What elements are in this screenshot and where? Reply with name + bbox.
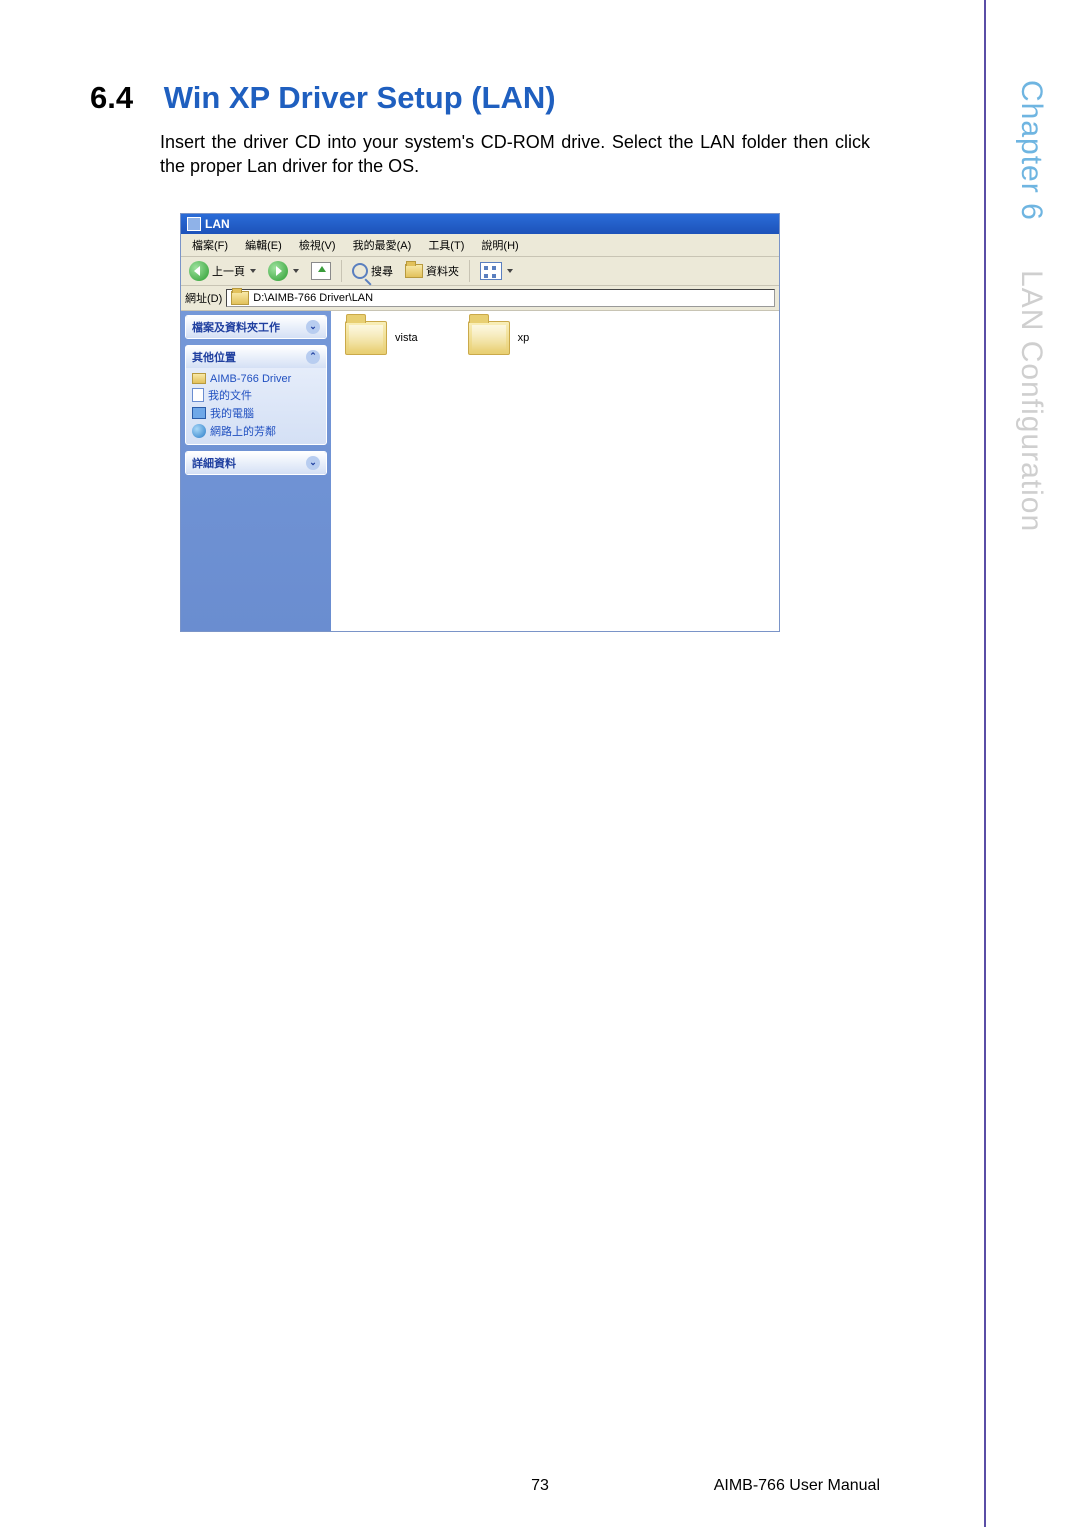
details-header-label: 詳細資料 [192,455,236,471]
collapse-icon[interactable]: ⌃ [306,350,320,364]
sidebar-item-my-computer[interactable]: 我的電腦 [192,404,320,422]
folders-button[interactable]: 資料夾 [401,262,463,280]
search-icon [352,263,368,279]
tasks-header-label: 檔案及資料夾工作 [192,319,280,335]
details-panel: 詳細資料 ⌄ [185,451,327,475]
sidebar-item-network[interactable]: 網路上的芳鄰 [192,422,320,440]
explorer-body: 檔案及資料夾工作 ⌄ 其他位置 ⌃ AIMB-766 Driver [181,311,779,631]
sidebar-item-documents[interactable]: 我的文件 [192,386,320,404]
forward-icon [268,261,288,281]
address-path: D:\AIMB-766 Driver\LAN [253,292,373,304]
chevron-down-icon [250,269,256,273]
other-places-body: AIMB-766 Driver 我的文件 我的電腦 網路上的芳鄰 [186,368,326,444]
folder-up-icon [311,262,331,280]
expand-icon[interactable]: ⌄ [306,320,320,334]
other-places-header[interactable]: 其他位置 ⌃ [186,346,326,368]
folder-icon [405,264,423,278]
chapter-rail: Chapter 6 LAN Configuration [984,0,1080,1527]
documents-icon [192,388,204,402]
rail-chapter: Chapter 6 [1014,80,1048,221]
document-page: 6.4 Win XP Driver Setup (LAN) Insert the… [0,0,1080,1527]
folders-label: 資料夾 [426,263,459,279]
section-body: Insert the driver CD into your system's … [90,130,990,179]
sidebar-item-label: 我的文件 [208,387,252,403]
up-button[interactable] [307,261,335,281]
menu-tools[interactable]: 工具(T) [421,236,471,254]
menu-file[interactable]: 檔案(F) [185,236,235,254]
window-titlebar[interactable]: LAN [181,214,779,234]
address-label: 網址(D) [185,290,222,306]
search-label: 搜尋 [371,263,393,279]
page-number: 73 [531,1477,549,1495]
sidebar-item-label: 我的電腦 [210,405,254,421]
menu-edit[interactable]: 編輯(E) [238,236,289,254]
folder-icon [468,321,510,355]
menu-help[interactable]: 說明(H) [474,236,525,254]
folder-icon [192,373,206,384]
details-header[interactable]: 詳細資料 ⌄ [186,452,326,474]
folder-label: xp [518,332,530,344]
separator [469,260,470,282]
sidebar-item-label: 網路上的芳鄰 [210,423,276,439]
menu-favorites[interactable]: 我的最愛(A) [346,236,419,254]
separator [341,260,342,282]
forward-button[interactable] [264,260,303,282]
folder-xp[interactable]: xp [468,321,530,355]
window-icon [187,217,201,231]
folder-content[interactable]: vista xp [331,311,779,631]
folder-icon [345,321,387,355]
explorer-window: LAN 檔案(F) 編輯(E) 檢視(V) 我的最愛(A) 工具(T) 說明(H… [180,213,780,632]
toolbar: 上一頁 搜尋 資料夾 [181,257,779,286]
views-icon [480,262,502,280]
address-input[interactable]: D:\AIMB-766 Driver\LAN [226,289,775,307]
side-panel: 檔案及資料夾工作 ⌄ 其他位置 ⌃ AIMB-766 Driver [181,311,331,631]
network-icon [192,424,206,438]
views-button[interactable] [476,261,517,281]
section-number: 6.4 [90,80,133,115]
tasks-panel: 檔案及資料夾工作 ⌄ [185,315,327,339]
search-button[interactable]: 搜尋 [348,262,397,280]
sidebar-item-label: AIMB-766 Driver [210,373,291,385]
expand-icon[interactable]: ⌄ [306,456,320,470]
tasks-header[interactable]: 檔案及資料夾工作 ⌄ [186,316,326,338]
chevron-down-icon [293,269,299,273]
back-button[interactable]: 上一頁 [185,260,260,282]
address-bar: 網址(D) D:\AIMB-766 Driver\LAN [181,286,779,311]
rail-subtitle: LAN Configuration [1014,270,1048,532]
section-heading: 6.4 Win XP Driver Setup (LAN) [90,80,990,116]
back-icon [189,261,209,281]
other-places-label: 其他位置 [192,349,236,365]
chevron-down-icon [507,269,513,273]
window-title: LAN [205,217,230,231]
manual-name: AIMB-766 User Manual [714,1477,880,1495]
folder-label: vista [395,332,418,344]
sidebar-item-driver[interactable]: AIMB-766 Driver [192,372,320,386]
section-title: Win XP Driver Setup (LAN) [142,80,556,115]
folder-icon [231,291,249,305]
menu-bar[interactable]: 檔案(F) 編輯(E) 檢視(V) 我的最愛(A) 工具(T) 說明(H) [181,234,779,257]
back-label: 上一頁 [212,263,245,279]
other-places-panel: 其他位置 ⌃ AIMB-766 Driver 我的文件 [185,345,327,445]
folder-vista[interactable]: vista [345,321,418,355]
computer-icon [192,407,206,419]
menu-view[interactable]: 檢視(V) [292,236,343,254]
